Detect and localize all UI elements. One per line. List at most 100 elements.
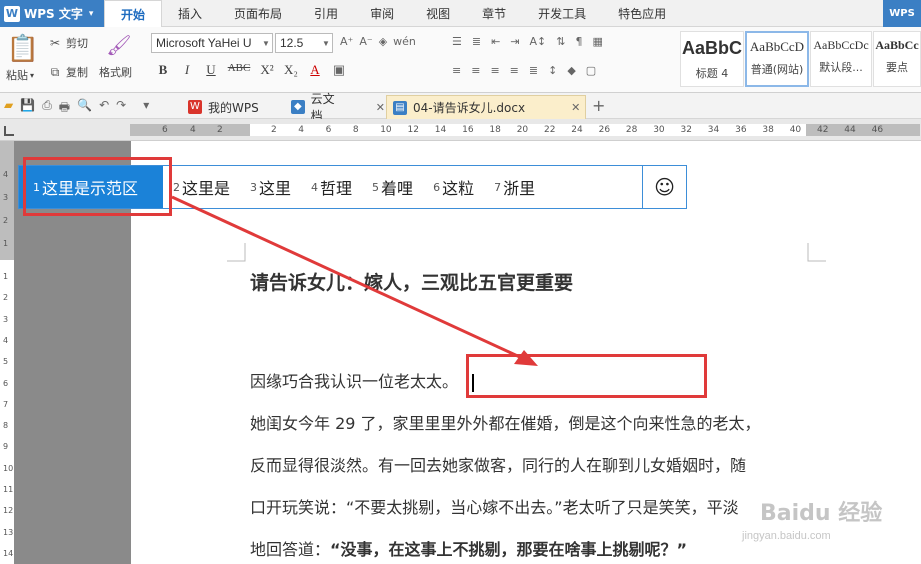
export-pdf-icon[interactable]: ⎙ [42, 98, 52, 119]
ruler-number: 6 [162, 125, 168, 135]
document-paragraph-3[interactable]: 反而显得很淡然。有一回去她家做客，同行的人在聊到儿女婚姻时，随 [250, 452, 746, 476]
superscript-button[interactable]: X² [259, 62, 275, 78]
vertical-ruler-text-area [0, 260, 14, 564]
table-icon[interactable]: ▦ [593, 35, 603, 48]
ruler-number: 24 [571, 125, 583, 135]
tab-insert[interactable]: 插入 [162, 0, 218, 27]
cloud-doc-icon: ◆ [291, 100, 305, 114]
shrink-font-icon[interactable]: A⁻ [359, 35, 372, 48]
style-heading4[interactable]: AaBbC 标题 4 [680, 31, 744, 87]
ruler-number: 4 [298, 125, 305, 135]
ruler-number: 18 [489, 125, 501, 135]
paste-icon[interactable]: 📋 [6, 32, 40, 66]
style-key-point[interactable]: AaBbCc 要点 [873, 31, 921, 87]
grow-font-icon[interactable]: A⁺ [340, 35, 353, 48]
increase-indent-icon[interactable]: ⇥ [510, 35, 519, 48]
chevron-down-icon[interactable]: ▾ [143, 98, 149, 119]
text-direction-icon[interactable]: A↕ [530, 35, 547, 48]
save-icon[interactable]: 💾 [20, 98, 35, 119]
account-button[interactable]: WPS [883, 0, 921, 27]
numbered-list-icon[interactable]: ≣ [472, 35, 481, 48]
open-folder-icon[interactable]: ▰ [4, 98, 13, 119]
document-title[interactable]: 请告诉女儿：嫁人，三观比五官更重要 [250, 268, 573, 295]
tab-references[interactable]: 引用 [298, 0, 354, 27]
align-right-icon[interactable]: ≡ [490, 64, 499, 77]
align-left-icon[interactable]: ≡ [452, 64, 461, 77]
demo-tab-4[interactable]: 4 哲理 [301, 166, 362, 208]
vertical-ruler-number: 14 [3, 548, 14, 558]
vertical-ruler-number: 2 [3, 293, 9, 303]
tab-home[interactable]: 开始 [104, 0, 163, 28]
new-tab-button[interactable]: + [592, 96, 605, 115]
undo-icon[interactable]: ↶ [99, 98, 109, 119]
vertical-ruler-number: 1 [3, 272, 9, 281]
sort-icon[interactable]: ⇅ [556, 35, 565, 48]
cut-button[interactable]: ✂ 剪切 [48, 35, 88, 51]
close-icon[interactable]: ✕ [376, 101, 385, 114]
format-buttons: B I U ABC X² X₂ A ▣ [155, 62, 347, 78]
decrease-indent-icon[interactable]: ⇤ [491, 35, 500, 48]
bold-button[interactable]: B [155, 62, 171, 78]
redo-icon[interactable]: ↷ [116, 98, 126, 119]
ribbon: 📋 粘贴 ▾ ✂ 剪切 ⧉ 复制 🖌 格式刷 Microsoft YaHei U ▼… [0, 27, 921, 93]
subscript-button[interactable]: X₂ [283, 62, 299, 78]
wps-icon: W [188, 100, 202, 114]
margin-corner-mark [227, 243, 246, 262]
show-marks-icon[interactable]: ¶ [576, 35, 583, 48]
line-spacing-icon[interactable]: ↕ [548, 64, 557, 77]
tab-developer[interactable]: 开发工具 [522, 0, 602, 27]
smiley-icon[interactable]: ☺ [642, 166, 686, 208]
ruler-number: 30 [653, 125, 665, 135]
font-name-select[interactable]: Microsoft YaHei U ▼ [151, 33, 273, 53]
shading-icon[interactable]: ◆ [567, 64, 575, 77]
justify-icon[interactable]: ≡ [510, 64, 519, 77]
document-paragraph-5[interactable]: 地回答道：“没事，在这事上不挑剔，那要在啥事上挑剔呢？” [250, 536, 687, 560]
app-name: WPS 文字 [24, 7, 83, 21]
format-painter-button[interactable]: 格式刷 [99, 64, 132, 80]
ruler-number: 8 [352, 125, 359, 135]
demo-tab-7[interactable]: 7 浙里 [484, 166, 545, 208]
document-paragraph-1[interactable]: 因缘巧合我认识一位老太太。 [250, 368, 475, 392]
phonetic-icon[interactable]: wén [393, 35, 416, 48]
paste-button[interactable]: 粘贴 ▾ [6, 67, 34, 83]
align-center-icon[interactable]: ≡ [471, 64, 480, 77]
bullet-list-icon[interactable]: ☰ [452, 35, 462, 48]
underline-button[interactable]: U [203, 62, 219, 78]
doc-tab-current[interactable]: ▤ 04-请告诉女儿.docx ✕ [386, 95, 586, 119]
clear-format-icon[interactable]: ◈ [379, 35, 387, 48]
highlight-icon[interactable]: ▣ [331, 62, 347, 78]
scissors-icon: ✂ [49, 36, 61, 50]
chevron-down-icon: ▾ [30, 70, 35, 80]
tab-page-layout[interactable]: 页面布局 [218, 0, 298, 27]
copy-button[interactable]: ⧉ 复制 [48, 64, 88, 80]
app-menu-button[interactable]: W WPS 文字 ▾ [0, 0, 104, 27]
print-preview-icon[interactable]: 🔍 [77, 98, 92, 119]
strikethrough-button[interactable]: ABC [227, 62, 251, 78]
style-normal-web[interactable]: AaBbCcD 普通(网站) [745, 31, 809, 87]
close-icon[interactable]: ✕ [571, 101, 580, 114]
demo-tab-6[interactable]: 6 这粒 [423, 166, 484, 208]
vertical-ruler-number: 3 [3, 314, 9, 324]
demo-tab-5[interactable]: 5 着哩 [362, 166, 423, 208]
style-default-paragraph[interactable]: AaBbCcDc 默认段... [810, 31, 872, 87]
print-icon[interactable]: 🖶 [59, 98, 70, 119]
format-painter-icon[interactable]: 🖌 [104, 33, 134, 57]
document-paragraph-4[interactable]: 口开玩笑说：“不要太挑剔，当心嫁不出去。”老太听了只是笑笑，平淡 [250, 494, 739, 518]
tab-sections[interactable]: 章节 [466, 0, 522, 27]
italic-button[interactable]: I [179, 62, 195, 78]
doc-tab-my-wps[interactable]: W 我的WPS [182, 95, 282, 119]
vertical-ruler-number: 13 [3, 527, 14, 537]
font-size-select[interactable]: 12.5 ▼ [275, 33, 333, 53]
tab-review[interactable]: 审阅 [354, 0, 410, 27]
tab-special[interactable]: 特色应用 [602, 0, 682, 27]
demo-tab-2[interactable]: 2 这里是 [163, 166, 240, 208]
borders-icon[interactable]: ▢ [586, 64, 596, 77]
doc-tab-cloud-docs[interactable]: ◆ 云文档 ✕ [285, 92, 385, 123]
vertical-ruler-number: 4 [3, 335, 9, 345]
demo-tab-3[interactable]: 3 这里 [240, 166, 301, 208]
tab-stop-selector[interactable] [4, 126, 14, 136]
document-paragraph-2[interactable]: 她闺女今年 29 了，家里里里外外都在催婚，倒是这个向来性急的老太， [250, 410, 761, 434]
tab-view[interactable]: 视图 [410, 0, 466, 27]
distribute-icon[interactable]: ≣ [529, 64, 538, 77]
font-color-icon[interactable]: A [307, 62, 323, 78]
